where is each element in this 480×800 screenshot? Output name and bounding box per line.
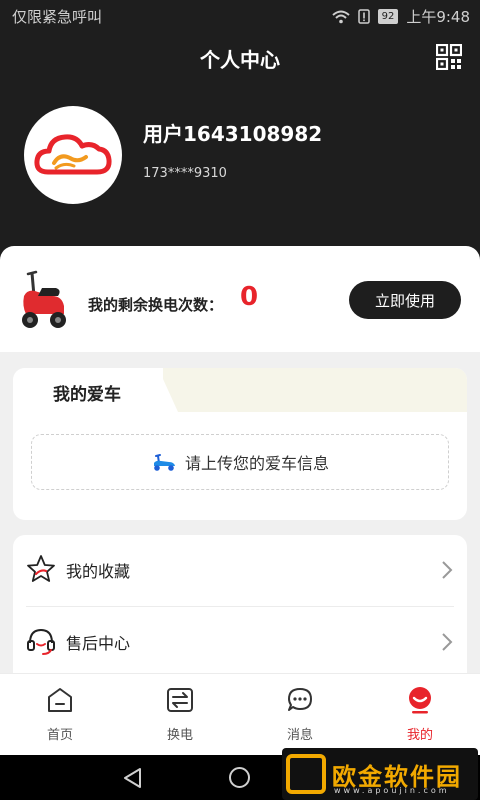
tab-label: 我的 (406, 728, 433, 743)
tab-messages[interactable]: 消息 (240, 674, 360, 755)
message-icon (288, 688, 312, 711)
menu-item-after-sales[interactable]: 售后中心 (13, 607, 467, 677)
car-tab-background (163, 368, 467, 412)
tab-swap[interactable]: 换电 (120, 674, 240, 755)
chevron-right-icon (442, 561, 453, 579)
menu-list: 我的收藏 售后中心 (13, 535, 467, 685)
avatar[interactable] (24, 106, 122, 204)
status-icons: 92 上午9:48 (331, 6, 470, 27)
my-car-card: 我的爱车 请上传您的爱车信息 (13, 368, 467, 520)
cloud-logo-icon (34, 134, 112, 175)
carrier-text: 仅限紧急呼叫 (12, 8, 103, 26)
profile-icon (409, 687, 431, 714)
upload-car-info-text: 请上传您的爱车信息 (184, 454, 329, 473)
scooter-icon (22, 270, 66, 328)
menu-item-favorites[interactable]: 我的收藏 (13, 535, 467, 605)
swap-remaining-label: 我的剩余换电次数： (88, 296, 224, 314)
watermark: 欧金软件园 www.apoujin.com (282, 748, 478, 800)
qr-code-icon[interactable] (436, 44, 462, 70)
tab-label: 首页 (46, 728, 73, 743)
page-title: 个人中心 (200, 48, 280, 72)
home-nav-icon[interactable] (229, 767, 250, 788)
clock: 上午9:48 (406, 8, 470, 26)
battery-indicator: 92 (377, 9, 399, 24)
sim-alert-icon (357, 9, 370, 24)
menu-item-label: 我的收藏 (66, 562, 131, 581)
back-icon[interactable] (122, 767, 144, 789)
swap-icon (167, 688, 193, 712)
tab-home[interactable]: 首页 (0, 674, 120, 755)
star-icon (27, 555, 55, 582)
watermark-url: www.apoujin.com (334, 786, 450, 795)
status-bar: 仅限紧急呼叫 92 上午9:48 (0, 0, 480, 32)
phone-number: 173****9310 (143, 166, 227, 181)
headset-icon (27, 628, 55, 655)
wifi-icon (331, 10, 350, 23)
swap-remaining-count: 0 (240, 282, 259, 312)
bottom-tab-bar: 首页 换电 消息 我的 (0, 673, 480, 755)
menu-item-label: 售后中心 (66, 634, 131, 653)
watermark-logo-icon (286, 754, 326, 794)
profile-header: 个人中心 用户1643108982 173****9310 (0, 32, 480, 262)
tab-label: 消息 (286, 728, 313, 743)
tab-profile[interactable]: 我的 (360, 674, 480, 755)
swap-count-card: 我的剩余换电次数： 0 立即使用 (0, 246, 480, 352)
upload-car-info-button[interactable]: 请上传您的爱车信息 (31, 434, 449, 490)
scooter-small-icon (153, 454, 175, 471)
home-icon (48, 688, 72, 712)
username: 用户1643108982 (143, 122, 323, 146)
chevron-right-icon (442, 633, 453, 651)
tab-label: 换电 (166, 728, 193, 743)
use-now-button[interactable]: 立即使用 (349, 281, 461, 319)
my-car-title: 我的爱车 (53, 385, 121, 405)
